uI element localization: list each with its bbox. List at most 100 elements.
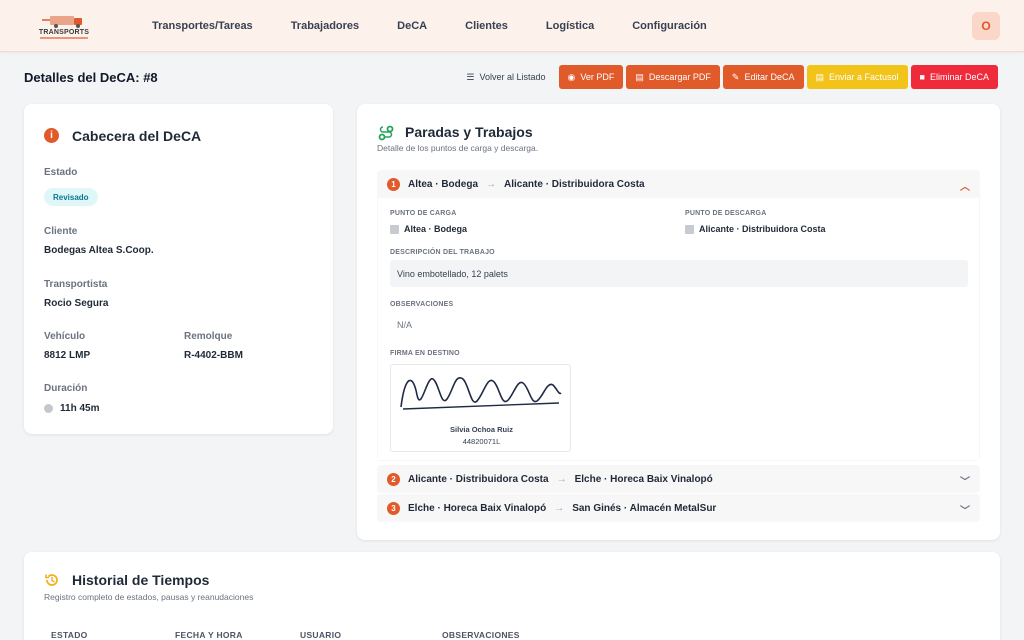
edit-deca-button[interactable]: ✎ Editar DeCA bbox=[722, 65, 804, 89]
arrow-right-icon: → bbox=[554, 502, 565, 514]
transportista-label: Transportista bbox=[44, 279, 108, 290]
column-header: ESTADO bbox=[51, 630, 88, 640]
stop-to: San Ginés · Almacén MetalSur bbox=[572, 502, 717, 514]
stop-header-3[interactable]: 3 Elche · Horeca Baix Vinalopó → San Gin… bbox=[377, 494, 980, 522]
pencil-icon: ✎ bbox=[731, 71, 740, 82]
desc-label: DESCRIPCIÓN DEL TRABAJO bbox=[390, 249, 495, 256]
back-label: Volver al Listado bbox=[479, 72, 546, 82]
history-card: Historial de Tiempos Registro completo d… bbox=[24, 552, 1000, 640]
stop-detail: PUNTO DE CARGA Altea · Bodega PUNTO DE D… bbox=[378, 198, 979, 460]
arrow-right-icon: → bbox=[556, 473, 567, 485]
nav-logistica[interactable]: Logística bbox=[546, 20, 594, 32]
vehiculo-label: Vehículo bbox=[44, 331, 86, 342]
duracion-value: 11h 45m bbox=[60, 403, 100, 414]
chevron-down-icon[interactable]: ﹀ bbox=[960, 502, 970, 517]
stops-card-subtitle: Detalle de los puntos de carga y descarg… bbox=[377, 143, 539, 153]
transportista-value: Rocio Segura bbox=[44, 298, 109, 309]
history-subtitle: Registro completo de estados, pausas y r… bbox=[44, 592, 254, 602]
brand-logo[interactable]: TRANSPORTS bbox=[36, 10, 92, 40]
obs-value: N/A bbox=[397, 320, 413, 330]
duracion-label: Duración bbox=[44, 383, 88, 394]
truck-logo-icon bbox=[42, 16, 82, 28]
stop-header-1[interactable]: 1 Altea · Bodega → Alicante · Distribuid… bbox=[377, 170, 980, 198]
stop-number: 2 bbox=[387, 472, 400, 486]
chevron-down-icon[interactable]: ﹀ bbox=[960, 473, 970, 488]
column-header: FECHA Y HORA bbox=[175, 630, 243, 640]
stop-header-2[interactable]: 2 Alicante · Distribuidora Costa → Elche… bbox=[377, 465, 980, 493]
stop-from: Alicante · Distribuidora Costa bbox=[408, 473, 549, 485]
send-factusol-button[interactable]: ▤ Enviar a Factusol bbox=[806, 65, 908, 89]
stop-item: 1 Altea · Bodega → Alicante · Distribuid… bbox=[377, 170, 980, 461]
firma-label: FIRMA EN DESTINO bbox=[390, 350, 460, 357]
action-toolbar: ☰ Volver al Listado ◉ Ver PDF ▤ Descarga… bbox=[456, 65, 998, 89]
signature-box: Silvia Ochoa Ruiz 44820071L bbox=[390, 364, 571, 452]
history-icon bbox=[45, 574, 58, 586]
signer-id: 44820071L bbox=[462, 437, 501, 446]
nav-trabajadores[interactable]: Trabajadores bbox=[291, 20, 359, 32]
header-card-title: Cabecera del DeCA bbox=[72, 128, 202, 144]
stops-card-title: Paradas y Trabajos bbox=[405, 124, 533, 140]
estado-label: Estado bbox=[44, 167, 78, 178]
stop-to: Elche · Horeca Baix Vinalopó bbox=[574, 473, 713, 485]
carga-text: Altea · Bodega bbox=[404, 224, 468, 234]
chevron-up-icon[interactable]: ︿ bbox=[960, 178, 970, 193]
job-description: Vino embotellado, 12 palets bbox=[390, 260, 968, 287]
file-download-icon: ▤ bbox=[635, 71, 644, 82]
download-pdf-label: Descargar PDF bbox=[648, 72, 711, 82]
column-header: USUARIO bbox=[300, 630, 342, 640]
stop-from: Altea · Bodega bbox=[408, 178, 479, 190]
nav-deca[interactable]: DeCA bbox=[397, 20, 427, 32]
logo-underline bbox=[40, 37, 88, 39]
obs-label: OBSERVACIONES bbox=[390, 301, 454, 308]
descarga-text: Alicante · Distribuidora Costa bbox=[699, 224, 826, 234]
status-badge: Revisado bbox=[44, 188, 98, 206]
nav-configuracion[interactable]: Configuración bbox=[632, 20, 707, 32]
edit-label: Editar DeCA bbox=[744, 72, 795, 82]
warehouse-icon bbox=[685, 224, 694, 234]
nav-clientes[interactable]: Clientes bbox=[465, 20, 508, 32]
header-card: i Cabecera del DeCA Estado Revisado Clie… bbox=[24, 104, 333, 434]
arrow-right-icon: → bbox=[486, 178, 497, 190]
delete-deca-button[interactable]: ■ Eliminar DeCA bbox=[910, 65, 998, 89]
top-navbar: TRANSPORTS Transportes/Tareas Trabajador… bbox=[0, 0, 1024, 52]
column-header: OBSERVACIONES bbox=[442, 630, 520, 640]
signature-image bbox=[400, 377, 562, 410]
descarga-label: PUNTO DE DESCARGA bbox=[685, 210, 767, 217]
cliente-label: Cliente bbox=[44, 226, 78, 237]
logo-text: TRANSPORTS bbox=[38, 29, 90, 36]
route-icon bbox=[378, 125, 394, 141]
stop-to: Alicante · Distribuidora Costa bbox=[504, 178, 645, 190]
page-title: Detalles del DeCA: #8 bbox=[24, 70, 158, 85]
vehiculo-value: 8812 LMP bbox=[44, 350, 91, 361]
eye-icon: ◉ bbox=[567, 71, 576, 82]
history-title: Historial de Tiempos bbox=[72, 572, 210, 588]
main-nav: Transportes/Tareas Trabajadores DeCA Cli… bbox=[152, 0, 745, 52]
remolque-label: Remolque bbox=[184, 331, 233, 342]
descarga-value: Alicante · Distribuidora Costa bbox=[685, 224, 826, 234]
carga-value: Altea · Bodega bbox=[390, 224, 467, 234]
signer-name: Silvia Ochoa Ruiz bbox=[450, 425, 513, 434]
remolque-value: R-4402-BBM bbox=[184, 350, 243, 361]
stop-item: 2 Alicante · Distribuidora Costa → Elche… bbox=[377, 465, 980, 493]
send-label: Enviar a Factusol bbox=[829, 72, 899, 82]
carga-label: PUNTO DE CARGA bbox=[390, 210, 457, 217]
building-icon bbox=[390, 224, 399, 234]
delete-label: Eliminar DeCA bbox=[929, 72, 989, 82]
view-pdf-button[interactable]: ◉ Ver PDF bbox=[558, 65, 624, 89]
stops-card: Paradas y Trabajos Detalle de los puntos… bbox=[357, 104, 1000, 540]
clock-icon bbox=[44, 404, 53, 413]
user-avatar[interactable]: O bbox=[972, 12, 1000, 40]
file-send-icon: ▤ bbox=[815, 71, 825, 82]
stop-from: Elche · Horeca Baix Vinalopó bbox=[408, 502, 547, 514]
download-pdf-button[interactable]: ▤ Descargar PDF bbox=[626, 65, 720, 89]
stop-number: 3 bbox=[387, 501, 400, 515]
nav-transportes[interactable]: Transportes/Tareas bbox=[152, 20, 253, 32]
stop-number: 1 bbox=[387, 177, 400, 191]
stop-item: 3 Elche · Horeca Baix Vinalopó → San Gin… bbox=[377, 494, 980, 522]
back-to-list-button[interactable]: ☰ Volver al Listado bbox=[456, 65, 555, 89]
view-pdf-label: Ver PDF bbox=[580, 72, 615, 82]
info-icon: i bbox=[44, 128, 59, 143]
list-icon: ☰ bbox=[466, 71, 475, 82]
trash-icon: ■ bbox=[919, 72, 925, 82]
cliente-value: Bodegas Altea S.Coop. bbox=[44, 245, 154, 256]
